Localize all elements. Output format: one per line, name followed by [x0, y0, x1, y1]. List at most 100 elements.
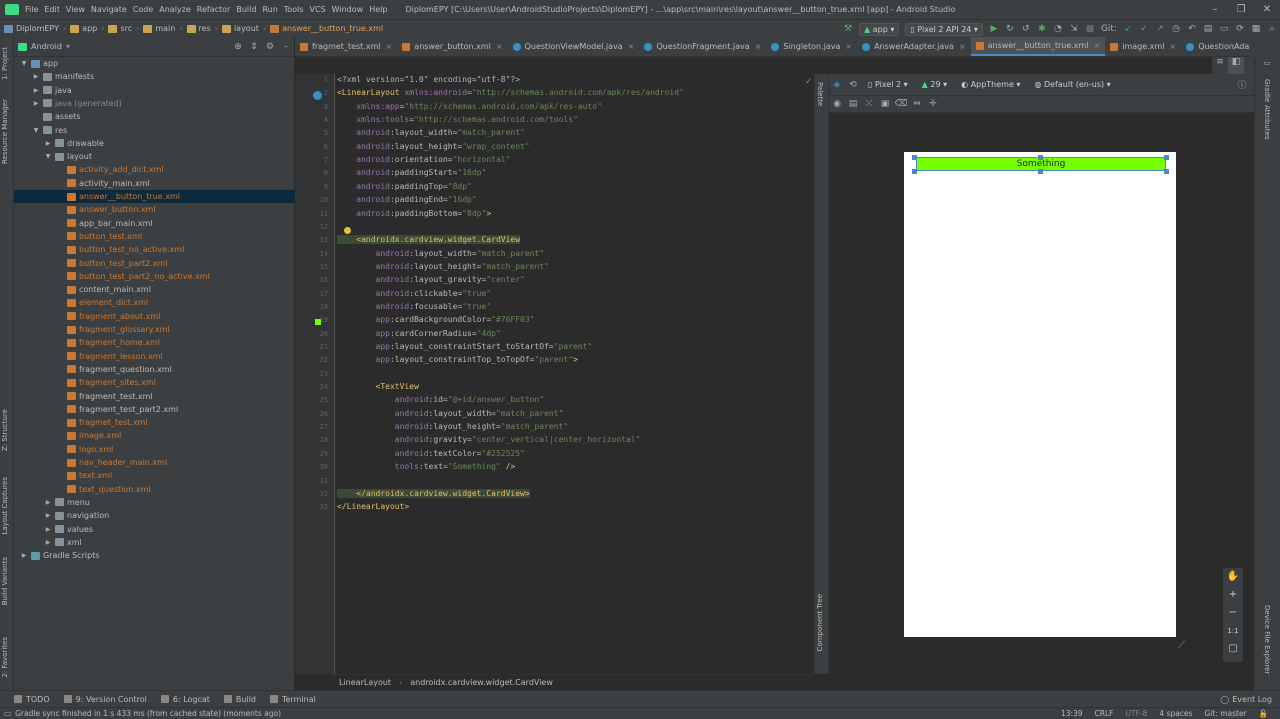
editor-tab[interactable]: QuestionAdapter.java×	[1181, 37, 1250, 56]
class-gutter-icon[interactable]	[313, 91, 322, 100]
menu-item-vcs[interactable]: VCS	[310, 5, 326, 14]
menu-item-edit[interactable]: Edit	[44, 5, 60, 14]
device-dropdown[interactable]: ▯ Pixel 2 API 24 ▾	[905, 22, 983, 36]
tool-9-version-control[interactable]: 9: Version Control	[63, 695, 147, 704]
code-line[interactable]: android:id="@+id/answer_button"	[337, 393, 544, 406]
color-swatch-icon[interactable]	[315, 319, 321, 325]
code-line[interactable]: android:layout_height="wrap_content"	[337, 140, 529, 153]
view-options-icon[interactable]: ◉	[829, 99, 845, 109]
editor-tab[interactable]: fragmet_test.xml ×	[295, 37, 397, 56]
file-item[interactable]: fragment_test_part2.xml	[14, 403, 295, 416]
file-item[interactable]: fragment_question.xml	[14, 363, 295, 376]
code-line[interactable]: app:cardCornerRadius="4dp"	[337, 327, 501, 340]
editor-breadcrumb-item[interactable]: androidx.cardview.widget.CardView	[410, 678, 553, 687]
project-view-selector[interactable]: Android	[31, 42, 62, 51]
code-view-icon[interactable]: ≡	[1212, 57, 1228, 74]
folder-item[interactable]: ▶ manifests	[14, 70, 295, 83]
code-line[interactable]: android:layout_gravity="center"	[337, 273, 525, 286]
code-line[interactable]: android:textColor="#252525"	[337, 447, 525, 460]
device-screen-preview[interactable]	[904, 152, 1176, 637]
design-layers-icon[interactable]: ◈	[829, 80, 845, 90]
chevron-down-icon[interactable]: ▼	[20, 60, 28, 67]
code-line[interactable]: android:layout_height="match_parent"	[337, 260, 549, 273]
chevron-down-icon[interactable]: ▼	[44, 153, 52, 160]
code-line[interactable]: android:focusable="true"	[337, 300, 492, 313]
close-tab-icon[interactable]: ×	[845, 42, 852, 51]
file-item[interactable]: image.xml	[14, 429, 295, 442]
code-line[interactable]: app:cardBackgroundColor="#76FF03"	[337, 313, 535, 326]
chevron-right-icon[interactable]: ▶	[32, 73, 40, 80]
folder-item[interactable]: ▼ app	[14, 57, 295, 70]
editor-tab[interactable]: answer__button_true.xml ×	[970, 37, 1106, 56]
editor-tab[interactable]: image.xml ×	[1105, 37, 1181, 56]
chevron-down-icon[interactable]: ▼	[32, 127, 40, 134]
code-line[interactable]: tools:text="Something" />	[337, 460, 515, 473]
editor-tab[interactable]: AnswerAdapter.java ×	[857, 37, 970, 56]
chevron-right-icon[interactable]: ▶	[32, 100, 40, 107]
line-separator[interactable]: CRLF	[1095, 709, 1114, 718]
code-line[interactable]: android:paddingEnd="16dp"	[337, 193, 476, 206]
resize-handle[interactable]	[1038, 155, 1043, 160]
menu-item-refactor[interactable]: Refactor	[197, 5, 231, 14]
tool-window-layout-captures[interactable]: Layout Captures	[1, 477, 9, 535]
git-push-icon[interactable]: ↗	[1152, 24, 1168, 34]
tool-terminal[interactable]: Terminal	[270, 695, 316, 704]
breadcrumb-item[interactable]: main ›	[139, 24, 183, 33]
file-item[interactable]: activity_main.xml	[14, 177, 295, 190]
code-line[interactable]: <?xml version="1.0" encoding="utf-8"?>	[337, 73, 520, 86]
file-item[interactable]: app_bar_main.xml	[14, 217, 295, 230]
breadcrumb-item[interactable]: src ›	[104, 24, 139, 33]
file-item[interactable]: button_test_no_active.xml	[14, 243, 295, 256]
folder-item[interactable]: ▶ Gradle Scripts	[14, 549, 295, 562]
zoom-fit-button[interactable]: ▢	[1223, 640, 1243, 658]
code-line[interactable]: app:layout_constraintStart_toStartOf="pa…	[337, 340, 593, 353]
tool-window-build-variants[interactable]: Build Variants	[1, 557, 9, 605]
file-item[interactable]: fragment_home.xml	[14, 336, 295, 349]
file-item[interactable]: fragmet_test.xml	[14, 416, 295, 429]
chevron-right-icon[interactable]: ▶	[44, 512, 52, 519]
sync-gradle-icon[interactable]: ⟳	[1232, 24, 1248, 34]
file-item[interactable]: content_main.xml	[14, 283, 295, 296]
file-item[interactable]: button_test_part2_no_active.xml	[14, 270, 295, 283]
editor-tab[interactable]: Singleton.java ×	[766, 37, 857, 56]
search-icon[interactable]: ⌕	[1264, 24, 1280, 34]
editor-tab[interactable]: QuestionFragment.java ×	[639, 37, 766, 56]
folder-item[interactable]: ▶ values	[14, 523, 295, 536]
file-item[interactable]: answer__button_true.xml	[14, 190, 295, 203]
lock-icon[interactable]: 🔓	[1259, 709, 1268, 718]
editor-tab[interactable]: QuestionViewModel.java ×	[508, 37, 640, 56]
tool-build[interactable]: Build	[223, 695, 256, 704]
code-line[interactable]: android:clickable="true"	[337, 287, 492, 300]
git-update-icon[interactable]: ↙	[1120, 24, 1136, 34]
code-line[interactable]: android:paddingTop="8dp"	[337, 180, 472, 193]
chevron-right-icon[interactable]: ▶	[44, 539, 52, 546]
tool-6-logcat[interactable]: 6: Logcat	[160, 695, 210, 704]
menu-item-file[interactable]: File	[25, 5, 38, 14]
close-tab-icon[interactable]: ×	[386, 42, 393, 51]
run-icon[interactable]: ▶	[986, 24, 1002, 34]
folder-item[interactable]: ▶ xml	[14, 536, 295, 549]
autoconnect-icon[interactable]: ⤫	[861, 99, 877, 109]
code-line[interactable]: </LinearLayout>	[337, 500, 409, 513]
file-item[interactable]: button_test.xml	[14, 230, 295, 243]
code-line[interactable]: </androidx.cardview.widget.CardView>	[337, 487, 530, 500]
menu-item-window[interactable]: Window	[332, 5, 364, 14]
close-tab-icon[interactable]: ×	[1094, 41, 1101, 50]
resize-handle[interactable]	[1038, 169, 1043, 174]
component-tree-tab[interactable]: Component Tree	[816, 594, 824, 651]
folder-item[interactable]: ▶ menu	[14, 496, 295, 509]
menu-item-help[interactable]: Help	[369, 5, 387, 14]
breadcrumb-item[interactable]: res ›	[183, 24, 218, 33]
gradle-tab[interactable]: Gradle	[1263, 79, 1271, 102]
chevron-right-icon[interactable]: ▶	[44, 526, 52, 533]
code-line[interactable]: android:layout_width="match_parent"	[337, 407, 564, 420]
folder-item[interactable]: ▶ java (generated)	[14, 97, 295, 110]
avd-manager-icon[interactable]: ▭	[1216, 24, 1232, 34]
folder-item[interactable]: ▼ res	[14, 124, 295, 137]
zoom-out-button[interactable]: −	[1223, 604, 1243, 622]
code-line[interactable]: android:paddingStart="16dp"	[337, 166, 486, 179]
apply-code-changes-icon[interactable]: ↺	[1018, 24, 1034, 34]
menu-item-view[interactable]: View	[66, 5, 85, 14]
breadcrumb-item[interactable]: DiplomEPY ›	[0, 24, 66, 33]
close-tab-icon[interactable]: ×	[755, 42, 762, 51]
